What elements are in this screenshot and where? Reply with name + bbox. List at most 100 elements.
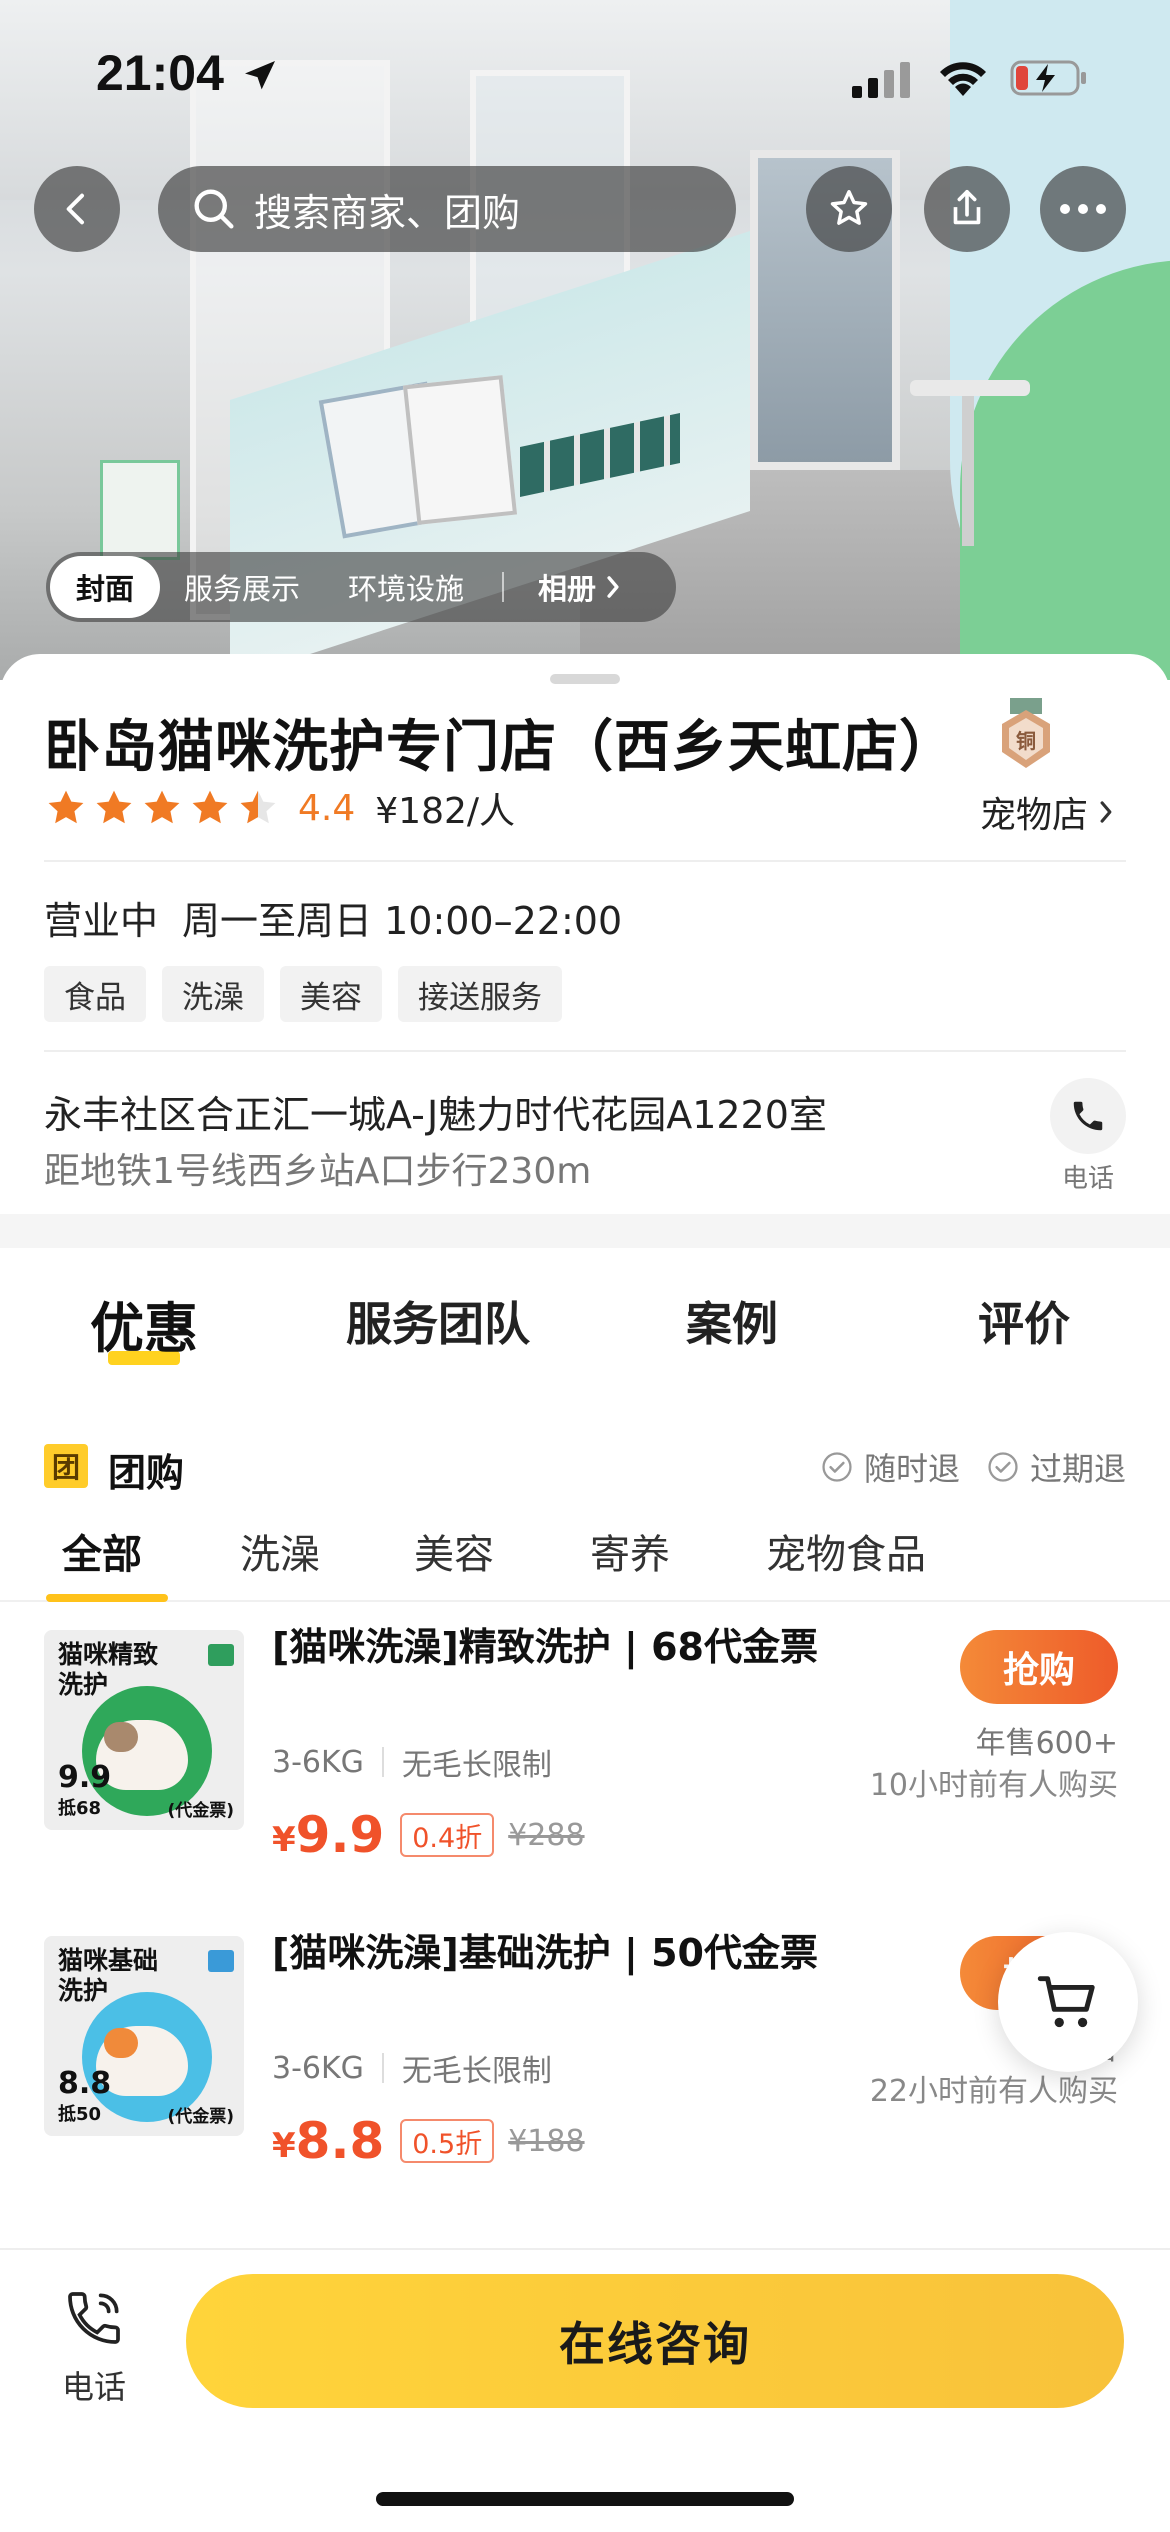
rating-stars [44,786,280,830]
shop-name: 卧岛猫咪洗护专门店（西乡天虹店） [44,715,956,780]
deal-specs: 3-6KG 无毛长限制 [272,1740,552,1784]
guarantee-label: 随时退 [863,1450,960,1488]
wifi-icon [940,62,986,96]
drag-handle[interactable] [550,674,620,684]
spec-separator [381,2053,384,2083]
status-bar: 21:04 [0,0,1170,140]
rating-score: 4.4 [298,787,356,829]
chevron-left-icon [66,193,84,225]
album-link[interactable]: 相册 [514,556,646,618]
album-tab-cover[interactable]: 封面 [50,556,161,618]
call-button[interactable] [1050,1078,1126,1154]
chevron-right-icon [1100,801,1112,823]
buy-button[interactable]: 抢购 [960,1630,1118,1704]
bronze-medal-icon[interactable]: 铜 [996,698,1056,774]
discount-badge: 0.4折 [400,1813,495,1857]
cart-button[interactable] [998,1932,1138,2072]
subtab-boarding[interactable]: 寄养 [590,1522,670,1580]
deal-price: 8.8 [295,2112,385,2170]
deal-price-row: ¥ 9.9 0.4折 ¥288 [272,1806,585,1864]
star-outline-icon [830,190,868,225]
thumbnail-title: 猫咪基础洗护 [58,1946,159,2005]
phone-ringing-icon [68,2292,120,2344]
spec-separator [381,1747,384,1777]
subtab-pet-food[interactable]: 宠物食品 [766,1522,926,1580]
favorite-button[interactable] [806,166,892,252]
original-price: ¥288 [508,1817,585,1853]
tab-offers-label: 优惠 [90,1297,198,1360]
rating-row: 4.4 ¥182/人 [44,778,515,838]
deal-item[interactable]: 猫咪基础洗护 8.8 抵50 (代金票) [猫咪洗澡]基础洗护 | 50代金票 … [0,1926,1170,2226]
price-per-person: ¥182/人 [375,791,516,832]
subtab-all-label: 全部 [62,1532,142,1578]
deal-thumbnail: 猫咪基础洗护 8.8 抵50 (代金票) [44,1936,244,2136]
more-dots-icon [1060,204,1106,214]
album-tab-environment[interactable]: 环境设施 [324,556,488,618]
thumbnail-coupon: (代金票) [167,1801,234,1821]
thumbnail-price: 9.9 [58,1760,112,1795]
more-button[interactable] [1040,166,1126,252]
online-consult-button[interactable]: 在线咨询 [186,2274,1124,2408]
star-icon [192,790,228,824]
star-icon [144,790,180,824]
phone-icon [1073,1101,1103,1131]
recent-purchase: 22小时前有人购买 [869,2074,1118,2109]
deal-price-row: ¥ 8.8 0.5折 ¥188 [272,2112,585,2170]
photo-poster [100,460,180,560]
medal-text: 铜 [1016,729,1036,753]
tab-cases[interactable]: 案例 [686,1288,778,1354]
business-hours: 营业中 周一至周日 10:00–22:00 [44,890,622,945]
share-button[interactable] [924,166,1010,252]
star-half-icon [240,790,276,824]
subtab-grooming[interactable]: 美容 [414,1522,494,1580]
deal-item[interactable]: 猫咪精致洗护 9.9 抵68 (代金票) [猫咪洗澡]精致洗护 | 68代金票 … [0,1620,1170,1920]
deal-spec-weight: 3-6KG [272,1744,364,1780]
service-tag: 接送服务 [398,966,562,1022]
search-placeholder: 搜索商家、团购 [254,190,521,235]
chevron-right-icon [607,576,619,598]
subtab-all[interactable]: 全部 [46,1522,168,1602]
guarantee-expiry-refund: 过期退 [986,1444,1126,1490]
shop-category-link[interactable]: 宠物店 [980,786,1114,838]
back-button[interactable] [34,166,120,252]
battery-charging-icon [1010,60,1086,96]
shop-category: 宠物店 [979,795,1088,836]
call-label: 电话 [1061,1164,1114,1194]
thumbnail-title: 猫咪精致洗护 [58,1640,159,1699]
deal-price: 9.9 [295,1806,385,1864]
share-icon [953,189,981,225]
thumbnail-offset: 抵68 [58,1798,102,1819]
album-tabs: 封面 服务展示 环境设施 相册 [46,552,676,622]
currency-symbol: ¥ [272,1820,296,1860]
subtab-active-indicator [46,1594,168,1602]
group-buy-header: 团 团购 随时退 过期退 [44,1440,1126,1495]
subway-distance: 距地铁1号线西乡站A口步行230m [44,1151,592,1192]
service-tag: 洗澡 [162,966,264,1022]
annual-sales: 年售600+ [975,1726,1118,1761]
location-arrow-icon [245,61,275,90]
shop-info-card: 卧岛猫咪洗护专门店（西乡天虹店） 铜 4.4 ¥182/人 宠物店 营业中 周一至… [0,654,1170,1214]
photo-sign [402,375,518,525]
deal-title: [猫咪洗澡]精致洗护 | 68代金票 [272,1625,818,1669]
subtab-bath[interactable]: 洗澡 [240,1522,320,1580]
divider [44,1050,1126,1052]
status-time: 21:04 [96,45,224,101]
tab-service-team[interactable]: 服务团队 [346,1288,530,1354]
album-tab-service[interactable]: 服务展示 [160,556,324,618]
tab-reviews[interactable]: 评价 [978,1288,1070,1354]
search-bar[interactable]: 搜索商家、团购 [158,166,736,252]
refund-guarantees: 随时退 过期退 [820,1444,1126,1490]
original-price: ¥188 [508,2123,585,2159]
deal-specs: 3-6KG 无毛长限制 [272,2046,552,2090]
bottom-action-bar: 电话 在线咨询 [0,2248,1170,2532]
service-tags: 食品 洗澡 美容 接送服务 [44,966,562,1022]
deal-spec-weight: 3-6KG [272,2050,364,2086]
tab-offers[interactable]: 优惠 [90,1284,198,1365]
group-buy-title: 团购 [108,1451,185,1495]
photo-table [910,380,1030,550]
discount-badge: 0.5折 [400,2119,495,2163]
phone-button[interactable]: 电话 [54,2286,134,2408]
shop-address[interactable]: 永丰社区合正汇一城A-J魅力时代花园A1220室 [44,1084,827,1139]
deal-spec-fur: 无毛长限制 [401,1748,552,1783]
hours-text: 周一至周日 10:00–22:00 [182,899,623,943]
